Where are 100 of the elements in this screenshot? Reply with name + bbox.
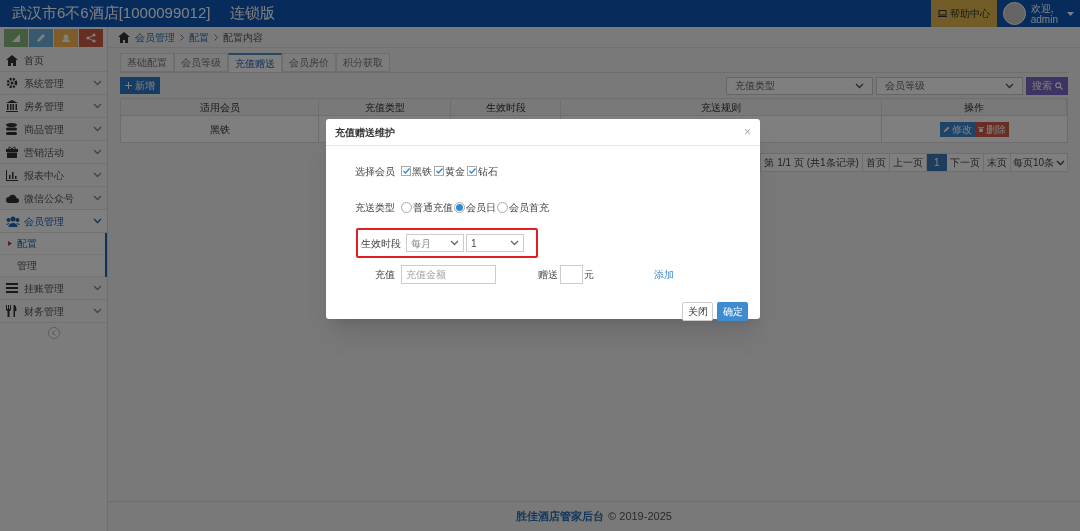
checkbox[interactable] [467, 166, 477, 176]
column-header: 充值类型 [319, 99, 451, 115]
checkbox-label: 钻石 [478, 164, 498, 179]
chevron-icon [93, 126, 102, 132]
app-title: 武汉市6不6酒店[1000099012] [12, 3, 211, 24]
checkbox-label: 黑铁 [412, 164, 432, 179]
edit-button[interactable]: 修改 [940, 121, 975, 137]
chevron-icon [510, 240, 519, 246]
collapse-icon [47, 327, 60, 339]
plus-icon [125, 82, 132, 89]
caret-icon [8, 241, 12, 246]
laptop-icon [937, 10, 947, 17]
pencil-icon [943, 125, 950, 133]
edition-label: 连锁版 [230, 3, 276, 24]
search-button[interactable]: 搜索 [1026, 76, 1068, 95]
breadcrumb-link[interactable]: 会员管理 [135, 29, 175, 45]
help-center-button[interactable]: 帮助中心 [930, 0, 997, 27]
shortcut-button[interactable] [4, 29, 28, 47]
gift-input[interactable] [560, 264, 583, 284]
column-header: 生效时段 [451, 99, 561, 115]
shortcut-button[interactable] [29, 29, 53, 47]
checkbox[interactable] [434, 166, 444, 176]
chevron-icon [93, 149, 102, 155]
field-label: 赠送 [538, 267, 558, 282]
tab[interactable]: 会员房价 [282, 53, 336, 72]
chevron-icon [93, 172, 102, 178]
add-link[interactable]: 添加 [654, 266, 674, 282]
sidebar-item[interactable]: 营销活动 [0, 141, 107, 164]
checkbox-label: 黄金 [445, 164, 465, 179]
filter-select[interactable]: 充值类型 [726, 76, 873, 95]
chevron-icon [93, 218, 102, 224]
sidebar-item[interactable]: 报表中心 [0, 164, 107, 187]
gift-icon [6, 146, 20, 158]
list-icon [6, 283, 20, 293]
sidebar-item[interactable]: 房务管理 [0, 95, 107, 118]
database-icon [6, 123, 20, 135]
unit-label: 元 [584, 267, 594, 282]
search-icon [1054, 81, 1063, 90]
dropdown[interactable]: 每月 [406, 234, 464, 252]
signal-icon [11, 33, 21, 43]
submenu-item[interactable]: 管理 [0, 255, 105, 277]
chevron-icon [93, 195, 102, 201]
sidebar-item[interactable]: 首页 [0, 49, 107, 72]
close-button[interactable]: 关闭 [682, 302, 713, 321]
filter-select[interactable]: 会员等级 [876, 76, 1023, 95]
sidebar-item[interactable]: 挂账管理 [0, 277, 107, 300]
greeting-text: 欢迎, [1030, 2, 1055, 14]
caret-icon [1067, 11, 1074, 16]
home-icon [6, 54, 20, 66]
breadcrumb-current: 配置内容 [223, 30, 263, 45]
trash-icon [978, 126, 984, 132]
submenu-item[interactable]: 配置 [0, 233, 105, 255]
chevron-icon [93, 80, 102, 86]
column-header: 充送规则 [561, 99, 882, 115]
field-label: 生效时段 [360, 236, 402, 251]
radio-button[interactable] [401, 201, 412, 213]
sidebar-item[interactable]: 财务管理 [0, 300, 107, 323]
close-button[interactable]: × [744, 123, 751, 141]
chevron-icon [1005, 82, 1014, 89]
tab[interactable]: 充值赠送 [228, 53, 282, 72]
avatar [1002, 2, 1026, 25]
dialog-title: 充值赠送维护 [335, 125, 396, 140]
chevron-icon [93, 103, 102, 109]
shortcut-button[interactable] [79, 29, 103, 47]
checkbox[interactable] [401, 166, 411, 176]
field-label: 选择会员 [354, 164, 396, 179]
cloud-icon [6, 193, 20, 203]
sidebar-item[interactable]: 系统管理 [0, 72, 107, 95]
radio-button[interactable] [497, 201, 508, 213]
users-icon [6, 215, 20, 227]
chevron-right-icon [180, 33, 184, 41]
confirm-button[interactable]: 确定 [717, 302, 748, 321]
column-header: 适用会员 [121, 99, 319, 115]
copyright-text: © 2019-2025 [608, 509, 672, 525]
field-label: 充送类型 [354, 200, 396, 215]
bank-icon [6, 100, 20, 112]
shortcut-button[interactable] [54, 29, 78, 47]
dropdown[interactable]: 1 [466, 234, 524, 252]
column-header: 操作 [882, 99, 1067, 115]
breadcrumb-link[interactable]: 配置 [189, 29, 209, 45]
user-icon [61, 33, 71, 43]
field-label: 充值 [374, 267, 396, 282]
bar-chart-icon [6, 169, 20, 181]
pencil-icon [36, 33, 46, 43]
chevron-icon [93, 308, 102, 314]
table-cell: 黑铁 [121, 116, 319, 142]
chevron-icon [855, 82, 864, 89]
amount-input[interactable]: 充值金额 [401, 264, 496, 284]
settings-icon [6, 77, 20, 89]
add-button[interactable]: 新增 [120, 77, 160, 94]
username: admin [1030, 13, 1058, 25]
radio-label: 会员首充 [509, 200, 549, 215]
footer-brand: 胜佳酒店管家后台 [516, 509, 605, 525]
delete-button[interactable]: 删除 [975, 121, 1009, 137]
radio-button[interactable] [454, 201, 465, 213]
chevron-right-icon [214, 33, 218, 41]
chevron-icon [450, 240, 459, 246]
home-icon [118, 31, 130, 43]
radio-label: 会员日 [466, 200, 496, 215]
sidebar-item[interactable]: 商品管理 [0, 118, 107, 141]
